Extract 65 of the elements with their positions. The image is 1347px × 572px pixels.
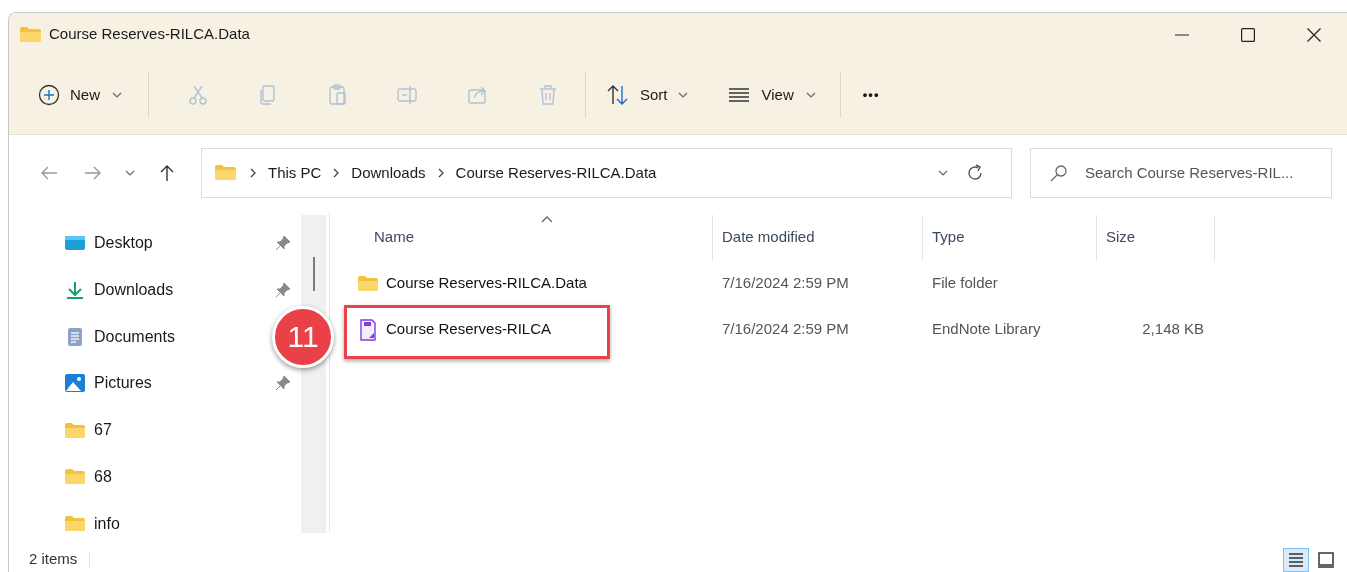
sidebar-item[interactable]: 67 (9, 406, 122, 454)
column-header[interactable]: Size (1096, 214, 1214, 261)
folder-icon (64, 420, 86, 440)
item-count: 2 items (29, 549, 78, 570)
picture-icon (64, 373, 86, 394)
table-cell: 2,148 KB (1142, 320, 1204, 338)
list-icon (727, 87, 750, 103)
download-icon (65, 279, 85, 300)
more-button[interactable]: ••• (862, 75, 880, 115)
pin-icon (275, 281, 291, 298)
caret-icon (938, 170, 948, 177)
table-cell: EndNote Library (932, 320, 1041, 338)
minimize-icon (1175, 33, 1189, 36)
search-field[interactable]: Search Course Reserves-RIL... (1030, 148, 1332, 199)
folder-icon (64, 467, 86, 487)
rename-icon (397, 84, 419, 106)
plus-icon (38, 84, 60, 106)
library-file-icon (359, 318, 377, 341)
new-button[interactable]: New (34, 75, 126, 115)
sidebar-item[interactable]: Desktop (9, 219, 301, 267)
folder-icon (19, 24, 43, 45)
breadcrumb[interactable]: Downloads (351, 162, 426, 185)
caret-icon (805, 92, 816, 98)
folder-icon (64, 514, 86, 534)
breadcrumb[interactable]: Course Reserves-RILCA.Data (455, 162, 657, 185)
caret-icon (677, 92, 688, 98)
sort-icon (606, 84, 630, 106)
step-badge: 11 (272, 305, 334, 368)
pin-icon (275, 234, 291, 251)
column-header[interactable]: Type (922, 214, 1096, 261)
chevron-icon (249, 168, 257, 179)
document-icon (66, 326, 84, 347)
address-bar[interactable]: This PC Downloads Course Reserves-RILCA.Data (201, 148, 1012, 199)
folder-icon (357, 274, 379, 294)
search-icon (1049, 163, 1069, 184)
scrollbar-thumb[interactable] (312, 256, 315, 291)
column-header[interactable]: Name (348, 214, 712, 261)
maximize-icon (1241, 27, 1255, 42)
chevron-icon (332, 168, 341, 179)
window-title: Course Reserves-RILCA.Data (49, 24, 250, 45)
sidebar-item[interactable]: 68 (9, 453, 122, 501)
sort-button[interactable]: Sort (606, 75, 688, 115)
sidebar-item[interactable]: Documents (9, 313, 185, 360)
view-button[interactable]: View (727, 75, 816, 115)
trash-icon (537, 84, 559, 106)
sidebar-item[interactable]: info (9, 500, 130, 548)
file-name[interactable]: Course Reserves-RILCA (386, 318, 552, 341)
desktop-icon (64, 233, 86, 252)
chevron-icon (436, 168, 445, 179)
caret-icon (112, 92, 122, 98)
details-icon (1287, 550, 1305, 569)
share-icon (467, 84, 489, 106)
close-icon (1307, 27, 1321, 42)
details-view-button[interactable] (1283, 547, 1309, 572)
pin-icon (275, 375, 291, 392)
file-name[interactable]: Course Reserves-RILCA.Data (386, 272, 587, 295)
clipboard-icon (327, 84, 349, 106)
caret-icon (125, 170, 135, 177)
breadcrumb[interactable]: This PC (268, 162, 322, 185)
scissors-icon (187, 84, 209, 106)
table-cell: 7/16/2024 2:59 PM (722, 320, 849, 338)
column-header[interactable]: Date modified (712, 214, 922, 261)
tiles-icon (1317, 550, 1335, 569)
table-cell: File folder (932, 274, 998, 292)
table-cell: 7/16/2024 2:59 PM (722, 274, 849, 292)
